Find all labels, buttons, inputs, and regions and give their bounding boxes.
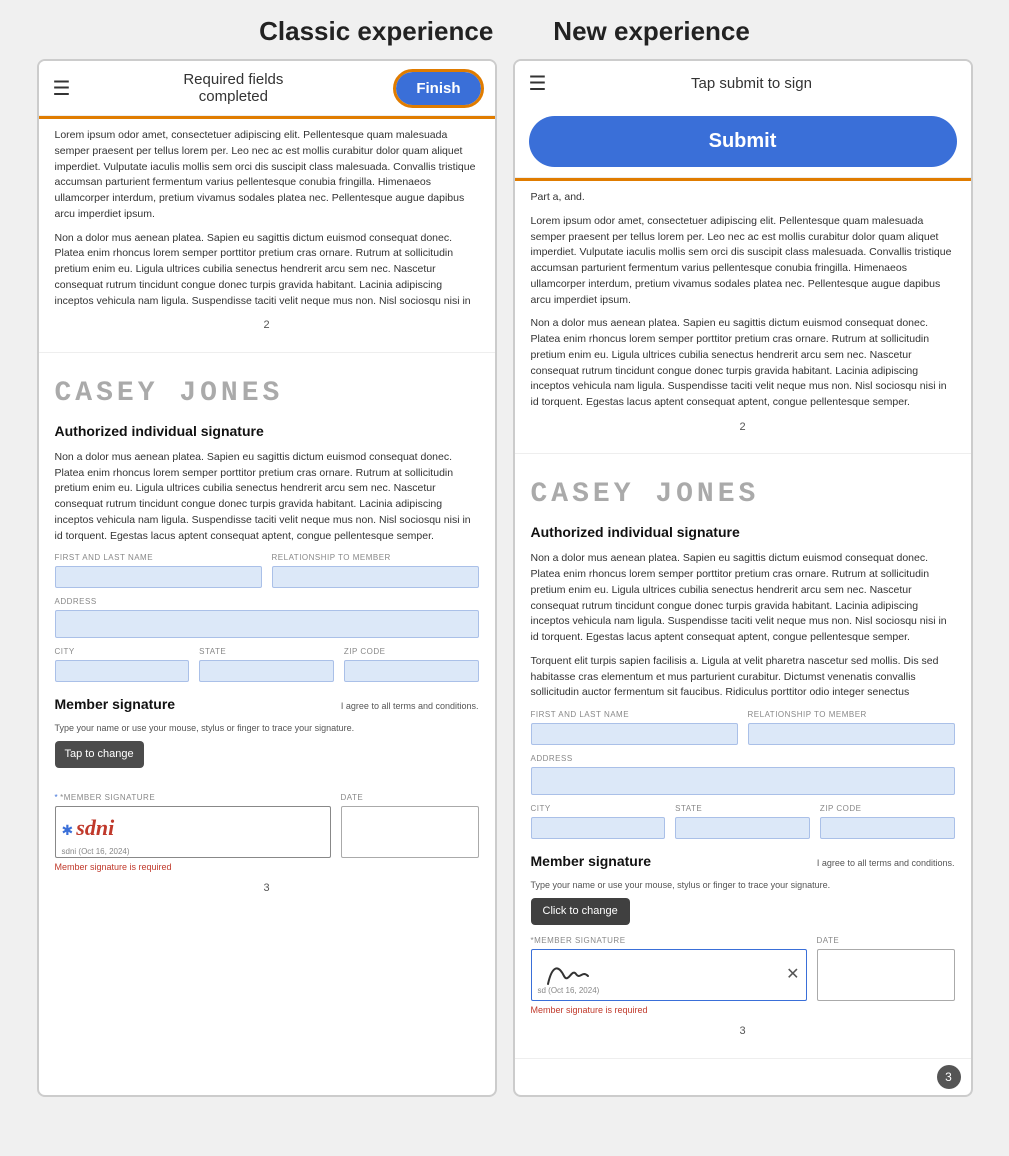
new-sig-body2: Torquent elit turpis sapien facilisis a.… xyxy=(531,654,955,701)
new-label-relationship: RELATIONSHIP TO MEMBER xyxy=(748,709,955,721)
classic-panel: ☰ Required fields completed Finish Lorem… xyxy=(37,59,497,1097)
classic-sig-required-star: * xyxy=(55,793,59,802)
classic-sig-label: **MEMBER SIGNATURE xyxy=(55,792,331,804)
new-sig-box[interactable]: sd (Oct 16, 2024) ✕ xyxy=(531,949,807,1001)
classic-input-firstname[interactable] xyxy=(55,566,262,588)
new-agree-text: I agree to all terms and conditions. xyxy=(817,857,955,871)
classic-sig-date: sdni (Oct 16, 2024) xyxy=(62,846,324,858)
classic-label-firstname: FIRST AND LAST NAME xyxy=(55,552,262,564)
new-lorem2: Non a dolor mus aenean platea. Sapien eu… xyxy=(531,316,955,411)
classic-sig-box[interactable]: ✱ sdni sdni (Oct 16, 2024) xyxy=(55,806,331,858)
classic-member-sig-heading: Member signature xyxy=(55,694,176,715)
classic-agree-text: I agree to all terms and conditions. xyxy=(341,700,479,714)
new-input-zip[interactable] xyxy=(820,817,955,839)
new-date-label: DATE xyxy=(817,935,955,947)
new-title: New experience xyxy=(553,16,750,47)
new-input-address[interactable] xyxy=(531,767,955,795)
classic-input-state[interactable] xyxy=(199,660,334,682)
classic-sig-cursive: sdni xyxy=(76,815,114,840)
classic-input-zip[interactable] xyxy=(344,660,479,682)
new-date-input[interactable] xyxy=(817,949,955,1001)
new-member-sig-heading: Member signature xyxy=(531,851,652,872)
new-hamburger-icon[interactable]: ☰ xyxy=(529,71,547,96)
classic-sig-star: ✱ xyxy=(62,822,74,838)
new-sig-label: *MEMBER SIGNATURE xyxy=(531,935,807,947)
submit-button[interactable]: Submit xyxy=(529,116,957,167)
new-panel: ☰ Tap submit to sign Submit Part a, and.… xyxy=(513,59,973,1097)
topbar-title-line2: completed xyxy=(70,88,396,105)
classic-date-label: DATE xyxy=(341,792,479,804)
finish-button[interactable]: Finish xyxy=(396,72,480,105)
new-sig-heading: Authorized individual signature xyxy=(531,522,955,543)
classic-input-city[interactable] xyxy=(55,660,190,682)
new-input-firstname[interactable] xyxy=(531,723,738,745)
classic-lorem1: Lorem ipsum odor amet, consectetuer adip… xyxy=(55,128,479,223)
topbar-title-line1: Required fields xyxy=(70,71,396,88)
click-to-change-tooltip: Click to change xyxy=(531,898,630,925)
new-input-state[interactable] xyxy=(675,817,810,839)
new-sig-close-button[interactable]: ✕ xyxy=(786,967,799,983)
classic-title: Classic experience xyxy=(259,16,493,47)
new-label-zip: ZIP CODE xyxy=(820,803,955,815)
classic-page3: 3 xyxy=(55,880,479,897)
classic-sig-name: CASEY JONES xyxy=(55,373,479,415)
new-label-city: CITY xyxy=(531,803,666,815)
classic-input-relationship[interactable] xyxy=(272,566,479,588)
new-lorem-part: Part a, and. xyxy=(531,190,955,206)
classic-label-state: STATE xyxy=(199,646,334,658)
tap-to-change-tooltip: Tap to change xyxy=(55,741,144,768)
submit-section: Submit xyxy=(515,106,971,178)
classic-trace-text: Type your name or use your mouse, stylus… xyxy=(55,722,479,736)
new-sig-name: CASEY JONES xyxy=(531,474,955,516)
new-label-address: ADDRESS xyxy=(531,753,955,765)
new-page3: 3 xyxy=(531,1023,955,1040)
new-input-city[interactable] xyxy=(531,817,666,839)
classic-required-msg: Member signature is required xyxy=(55,861,479,875)
new-bottom-page: 3 xyxy=(937,1065,961,1089)
new-required-msg: Member signature is required xyxy=(531,1004,955,1018)
new-label-state: STATE xyxy=(675,803,810,815)
classic-label-zip: ZIP CODE xyxy=(344,646,479,658)
classic-label-relationship: RELATIONSHIP TO MEMBER xyxy=(272,552,479,564)
classic-label-address: ADDRESS xyxy=(55,596,479,608)
classic-label-city: CITY xyxy=(55,646,190,658)
new-topbar-title: Tap submit to sign xyxy=(546,75,956,92)
hamburger-icon[interactable]: ☰ xyxy=(53,76,71,101)
classic-lorem2: Non a dolor mus aenean platea. Sapien eu… xyxy=(55,231,479,310)
new-page2: 2 xyxy=(531,419,955,436)
classic-sig-heading: Authorized individual signature xyxy=(55,421,479,442)
new-trace-text: Type your name or use your mouse, stylus… xyxy=(531,879,955,893)
classic-page2: 2 xyxy=(55,317,479,334)
new-sig-date: sd (Oct 16, 2024) xyxy=(538,985,600,997)
new-input-relationship[interactable] xyxy=(748,723,955,745)
new-lorem1b: Lorem ipsum odor amet, consectetuer adip… xyxy=(531,214,955,309)
classic-sig-body: Non a dolor mus aenean platea. Sapien eu… xyxy=(55,450,479,545)
classic-input-address[interactable] xyxy=(55,610,479,638)
new-label-firstname: FIRST AND LAST NAME xyxy=(531,709,738,721)
classic-date-input[interactable] xyxy=(341,806,479,858)
new-sig-body: Non a dolor mus aenean platea. Sapien eu… xyxy=(531,551,955,646)
